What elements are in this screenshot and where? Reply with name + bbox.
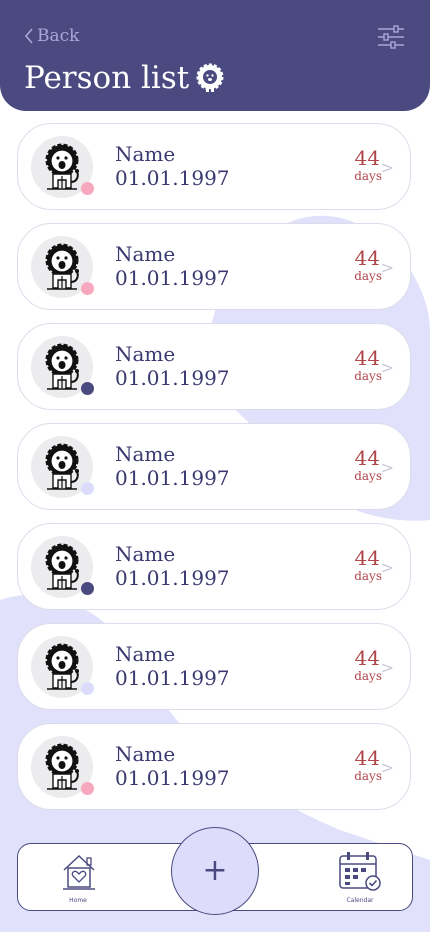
calendar-check-icon [339, 852, 381, 891]
chevron-right-icon: > [380, 258, 394, 277]
chevron-right-icon: > [380, 358, 394, 377]
days-label: days [354, 769, 382, 783]
status-dot [81, 582, 94, 595]
person-name: Name [115, 242, 176, 266]
nav-home[interactable]: Home [61, 852, 95, 904]
days-count: 44 [354, 346, 380, 370]
person-date: 01.01.1997 [115, 766, 230, 790]
person-name: Name [115, 142, 176, 166]
chevron-right-icon: > [380, 658, 394, 677]
status-dot [81, 282, 94, 295]
days-label: days [354, 669, 382, 683]
status-dot [81, 482, 94, 495]
person-name: Name [115, 542, 176, 566]
house-heart-icon [63, 854, 95, 890]
days-label: days [354, 269, 382, 283]
header-bar: Back Person list [0, 0, 430, 111]
person-name: Name [115, 342, 176, 366]
person-card[interactable]: Name 01.01.1997 44 days > [17, 423, 411, 510]
person-name: Name [115, 642, 176, 666]
lion-icon [196, 63, 224, 92]
person-card[interactable]: Name 01.01.1997 44 days > [17, 223, 411, 310]
chevron-right-icon: > [380, 558, 394, 577]
days-count: 44 [354, 246, 380, 270]
status-dot [81, 182, 94, 195]
days-label: days [354, 469, 382, 483]
add-person-button[interactable]: + [171, 827, 259, 915]
days-count: 44 [354, 646, 380, 670]
person-card[interactable]: Name 01.01.1997 44 days > [17, 523, 411, 610]
person-card[interactable]: Name 01.01.1997 44 days > [17, 623, 411, 710]
days-count: 44 [354, 446, 380, 470]
nav-calendar-label: Calendar [346, 897, 374, 904]
chevron-right-icon: > [380, 158, 394, 177]
person-date: 01.01.1997 [115, 466, 230, 490]
status-dot [81, 782, 94, 795]
days-count: 44 [354, 546, 380, 570]
plus-icon: + [202, 853, 228, 888]
chevron-left-icon [24, 28, 33, 44]
nav-home-label: Home [69, 897, 87, 904]
days-count: 44 [354, 146, 380, 170]
person-date: 01.01.1997 [115, 166, 230, 190]
days-label: days [354, 369, 382, 383]
person-date: 01.01.1997 [115, 266, 230, 290]
person-card[interactable]: Name 01.01.1997 44 days > [17, 123, 411, 210]
days-count: 44 [354, 746, 380, 770]
person-date: 01.01.1997 [115, 366, 230, 390]
days-label: days [354, 569, 382, 583]
person-name: Name [115, 442, 176, 466]
days-label: days [354, 169, 382, 183]
sliders-icon[interactable] [377, 24, 405, 50]
nav-calendar[interactable]: Calendar [338, 850, 382, 904]
person-name: Name [115, 742, 176, 766]
person-date: 01.01.1997 [115, 566, 230, 590]
status-dot [81, 382, 94, 395]
person-card[interactable]: Name 01.01.1997 44 days > [17, 323, 411, 410]
status-dot [81, 682, 94, 695]
chevron-right-icon: > [380, 458, 394, 477]
person-date: 01.01.1997 [115, 666, 230, 690]
back-button[interactable]: Back [24, 26, 79, 46]
chevron-right-icon: > [380, 758, 394, 777]
page-title-text: Person list [24, 60, 190, 96]
person-card[interactable]: Name 01.01.1997 44 days > [17, 723, 411, 810]
page-title: Person list [24, 60, 225, 96]
back-label: Back [37, 26, 80, 46]
